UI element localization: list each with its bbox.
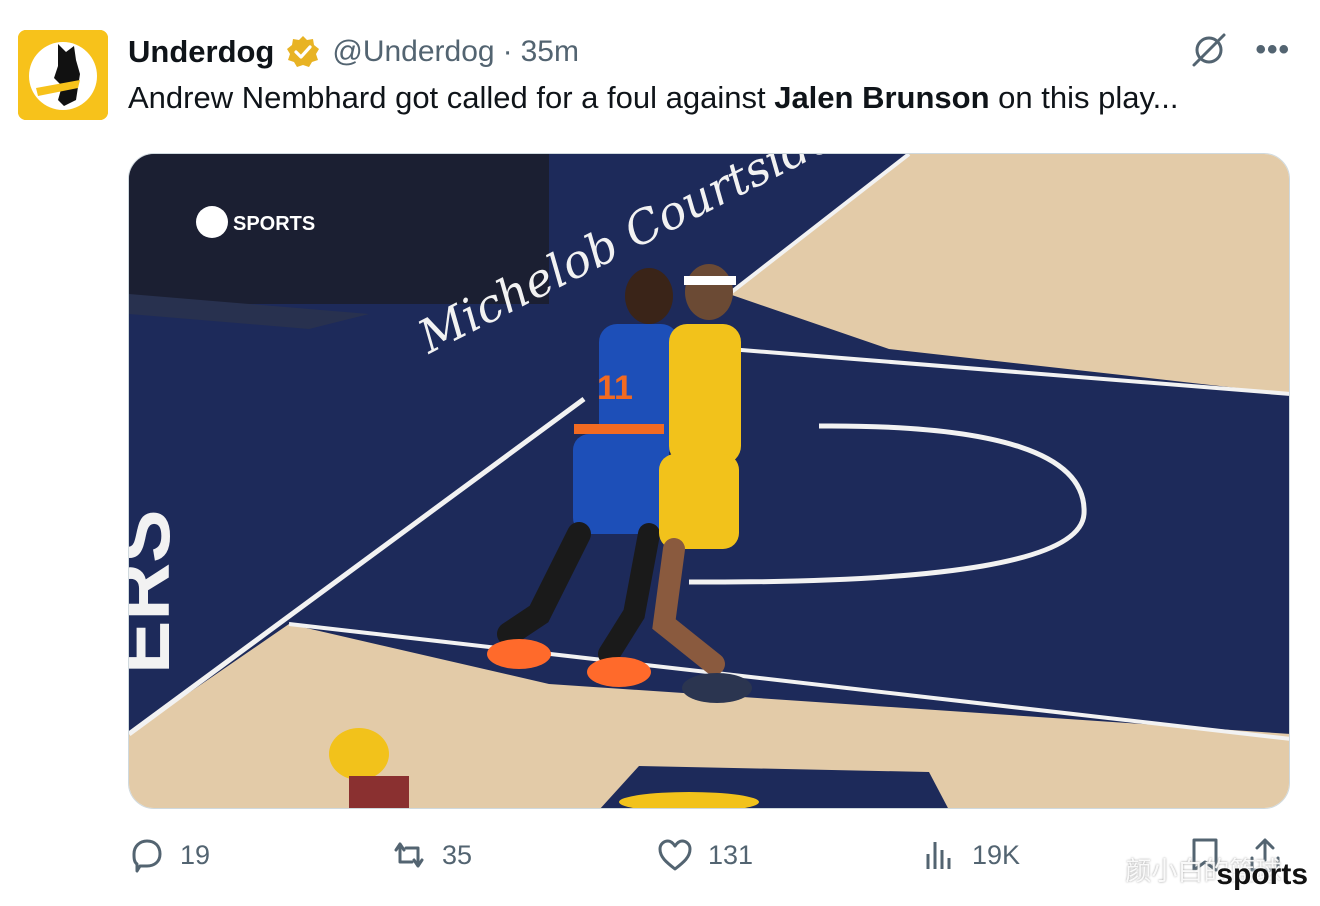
more-options-icon[interactable]: •••: [1255, 30, 1290, 70]
reply-count: 19: [180, 839, 211, 870]
repost-icon: [394, 842, 424, 868]
tnt-logo-icon: [196, 206, 228, 238]
grok-icon[interactable]: [1189, 30, 1229, 70]
underdog-logo-icon: [18, 30, 108, 120]
like-button[interactable]: 131: [656, 836, 753, 874]
tweet-text-start: Andrew Nembhard got called for a foul ag…: [128, 80, 775, 115]
mentioned-player: Jalen Brunson: [774, 80, 990, 115]
tweet-text: Andrew Nembhard got called for a foul ag…: [128, 80, 1179, 116]
verified-badge-icon: [287, 36, 320, 67]
repost-count: 35: [442, 839, 473, 870]
tweet-header: Underdog @Underdog · 35m: [128, 30, 579, 74]
account-handle[interactable]: @Underdog: [332, 35, 494, 69]
reply-icon: [132, 839, 162, 873]
reply-button[interactable]: 19: [128, 836, 210, 874]
watermark: sports: [1216, 858, 1308, 891]
player-jersey-number: 11: [597, 369, 633, 407]
repost-button[interactable]: 35: [390, 836, 472, 874]
avatar[interactable]: [18, 30, 108, 120]
timestamp[interactable]: 35m: [521, 35, 579, 69]
separator: ·: [502, 35, 513, 68]
heart-icon: [658, 839, 692, 871]
tweet-text-end: on this play...: [989, 80, 1179, 115]
tweet-media-image[interactable]: Michelob Courtside ERS SPORTS 11: [128, 153, 1290, 809]
basketball-play-image: Michelob Courtside ERS SPORTS 11: [129, 154, 1289, 808]
tweet-top-actions: •••: [1189, 30, 1290, 70]
like-count: 131: [708, 839, 754, 870]
views-button[interactable]: 19K: [920, 836, 1020, 874]
views-count: 19K: [972, 839, 1021, 870]
tweet-card[interactable]: Underdog @Underdog · 35m ••• Andrew Nemb…: [0, 0, 1320, 906]
broadcast-logo-text: SPORTS: [233, 213, 315, 235]
court-side-text: ERS: [129, 510, 186, 675]
views-icon: [926, 842, 951, 869]
account-name[interactable]: Underdog: [128, 34, 274, 70]
